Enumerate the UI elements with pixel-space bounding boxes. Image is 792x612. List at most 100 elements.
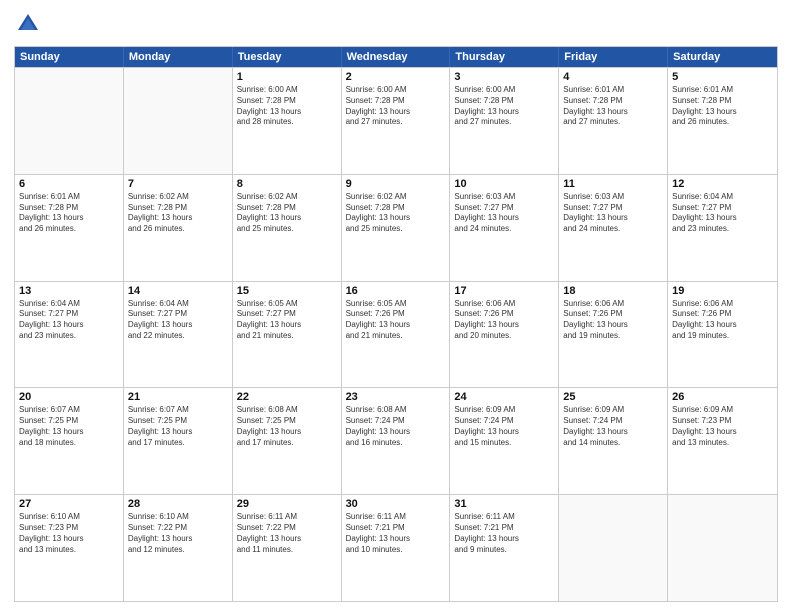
cell-details: Sunrise: 6:09 AMSunset: 7:24 PMDaylight:… <box>563 405 663 448</box>
cell-details: Sunrise: 6:03 AMSunset: 7:27 PMDaylight:… <box>454 192 554 235</box>
calendar-cell: 3 Sunrise: 6:00 AMSunset: 7:28 PMDaylight… <box>450 68 559 174</box>
day-number: 17 <box>454 285 554 297</box>
day-number: 8 <box>237 178 337 190</box>
cell-details: Sunrise: 6:11 AMSunset: 7:21 PMDaylight:… <box>454 512 554 555</box>
calendar-row: 1 Sunrise: 6:00 AMSunset: 7:28 PMDaylight… <box>15 67 777 174</box>
cell-details: Sunrise: 6:06 AMSunset: 7:26 PMDaylight:… <box>454 299 554 342</box>
calendar-cell: 20Sunrise: 6:07 AMSunset: 7:25 PMDayligh… <box>15 388 124 494</box>
cell-details: Sunrise: 6:01 AMSunset: 7:28 PMDaylight:… <box>672 85 773 128</box>
cell-details: Sunrise: 6:00 AMSunset: 7:28 PMDaylight:… <box>454 85 554 128</box>
calendar-header-cell: Saturday <box>668 47 777 67</box>
logo-icon <box>14 10 42 38</box>
calendar-cell: 30 Sunrise: 6:11 AMSunset: 7:21 PMDayligh… <box>342 495 451 601</box>
calendar-cell: 24Sunrise: 6:09 AMSunset: 7:24 PMDayligh… <box>450 388 559 494</box>
calendar-cell: 12 Sunrise: 6:04 AMSunset: 7:27 PMDayligh… <box>668 175 777 281</box>
day-number: 1 <box>237 71 337 83</box>
calendar-cell: 16 Sunrise: 6:05 AMSunset: 7:26 PMDayligh… <box>342 282 451 388</box>
cell-details: Sunrise: 6:00 AMSunset: 7:28 PMDaylight:… <box>346 85 446 128</box>
cell-details: Sunrise: 6:06 AMSunset: 7:26 PMDaylight:… <box>563 299 663 342</box>
calendar-row: 6 Sunrise: 6:01 AMSunset: 7:28 PMDaylight… <box>15 174 777 281</box>
calendar-cell <box>124 68 233 174</box>
day-number: 18 <box>563 285 663 297</box>
calendar-cell: 10 Sunrise: 6:03 AMSunset: 7:27 PMDayligh… <box>450 175 559 281</box>
calendar-cell <box>668 495 777 601</box>
calendar-cell <box>15 68 124 174</box>
calendar-cell: 28Sunrise: 6:10 AMSunset: 7:22 PMDayligh… <box>124 495 233 601</box>
calendar-row: 20 Sunrise: 6:07 AMSunset: 7:25 PMDayligh… <box>15 387 777 494</box>
calendar-cell <box>559 495 668 601</box>
cell-details: Sunrise: 6:11 AMSunset: 7:21 PMDaylight:… <box>346 512 446 555</box>
day-number: 30 <box>346 498 446 510</box>
day-number: 13 <box>19 285 119 297</box>
cell-details: Sunrise: 6:05 AMSunset: 7:26 PMDaylight:… <box>346 299 446 342</box>
day-number: 5 <box>672 71 773 83</box>
calendar-cell: 4Sunrise: 6:01 AMSunset: 7:28 PMDaylight… <box>559 68 668 174</box>
cell-details: Sunrise: 6:07 AMSunset: 7:25 PMDaylight:… <box>128 405 228 448</box>
calendar-cell: 2 Sunrise: 6:00 AMSunset: 7:28 PMDaylight… <box>342 68 451 174</box>
day-number: 29 <box>237 498 337 510</box>
header <box>14 10 778 38</box>
cell-details: Sunrise: 6:03 AMSunset: 7:27 PMDaylight:… <box>563 192 663 235</box>
page: SundayMondayTuesdayWednesdayThursdayFrid… <box>0 0 792 612</box>
cell-details: Sunrise: 6:04 AMSunset: 7:27 PMDaylight:… <box>19 299 119 342</box>
cell-details: Sunrise: 6:01 AMSunset: 7:28 PMDaylight:… <box>563 85 663 128</box>
calendar-cell: 5 Sunrise: 6:01 AMSunset: 7:28 PMDaylight… <box>668 68 777 174</box>
day-number: 19 <box>672 285 773 297</box>
calendar-cell: 17 Sunrise: 6:06 AMSunset: 7:26 PMDayligh… <box>450 282 559 388</box>
day-number: 9 <box>346 178 446 190</box>
cell-details: Sunrise: 6:06 AMSunset: 7:26 PMDaylight:… <box>672 299 773 342</box>
cell-details: Sunrise: 6:04 AMSunset: 7:27 PMDaylight:… <box>128 299 228 342</box>
calendar-cell: 11 Sunrise: 6:03 AMSunset: 7:27 PMDayligh… <box>559 175 668 281</box>
calendar-cell: 22 Sunrise: 6:08 AMSunset: 7:25 PMDayligh… <box>233 388 342 494</box>
cell-details: Sunrise: 6:10 AMSunset: 7:23 PMDaylight:… <box>19 512 119 555</box>
day-number: 16 <box>346 285 446 297</box>
day-number: 3 <box>454 71 554 83</box>
cell-details: Sunrise: 6:09 AMSunset: 7:24 PMDaylight:… <box>454 405 554 448</box>
calendar-cell: 1 Sunrise: 6:00 AMSunset: 7:28 PMDaylight… <box>233 68 342 174</box>
calendar-body: 1 Sunrise: 6:00 AMSunset: 7:28 PMDaylight… <box>15 67 777 601</box>
calendar-cell: 25Sunrise: 6:09 AMSunset: 7:24 PMDayligh… <box>559 388 668 494</box>
logo <box>14 10 46 38</box>
calendar-cell: 7 Sunrise: 6:02 AMSunset: 7:28 PMDaylight… <box>124 175 233 281</box>
cell-details: Sunrise: 6:00 AMSunset: 7:28 PMDaylight:… <box>237 85 337 128</box>
day-number: 31 <box>454 498 554 510</box>
day-number: 2 <box>346 71 446 83</box>
day-number: 26 <box>672 391 773 403</box>
calendar-cell: 13 Sunrise: 6:04 AMSunset: 7:27 PMDayligh… <box>15 282 124 388</box>
calendar-row: 13 Sunrise: 6:04 AMSunset: 7:27 PMDayligh… <box>15 281 777 388</box>
calendar-cell: 15 Sunrise: 6:05 AMSunset: 7:27 PMDayligh… <box>233 282 342 388</box>
day-number: 12 <box>672 178 773 190</box>
cell-details: Sunrise: 6:08 AMSunset: 7:25 PMDaylight:… <box>237 405 337 448</box>
cell-details: Sunrise: 6:11 AMSunset: 7:22 PMDaylight:… <box>237 512 337 555</box>
calendar-header-cell: Wednesday <box>342 47 451 67</box>
calendar-cell: 18 Sunrise: 6:06 AMSunset: 7:26 PMDayligh… <box>559 282 668 388</box>
calendar-cell: 6 Sunrise: 6:01 AMSunset: 7:28 PMDaylight… <box>15 175 124 281</box>
calendar-cell: 19 Sunrise: 6:06 AMSunset: 7:26 PMDayligh… <box>668 282 777 388</box>
day-number: 21 <box>128 391 228 403</box>
day-number: 6 <box>19 178 119 190</box>
day-number: 23 <box>346 391 446 403</box>
cell-details: Sunrise: 6:01 AMSunset: 7:28 PMDaylight:… <box>19 192 119 235</box>
cell-details: Sunrise: 6:04 AMSunset: 7:27 PMDaylight:… <box>672 192 773 235</box>
cell-details: Sunrise: 6:10 AMSunset: 7:22 PMDaylight:… <box>128 512 228 555</box>
day-number: 11 <box>563 178 663 190</box>
day-number: 27 <box>19 498 119 510</box>
day-number: 10 <box>454 178 554 190</box>
cell-details: Sunrise: 6:05 AMSunset: 7:27 PMDaylight:… <box>237 299 337 342</box>
calendar-cell: 26Sunrise: 6:09 AMSunset: 7:23 PMDayligh… <box>668 388 777 494</box>
day-number: 7 <box>128 178 228 190</box>
calendar-header: SundayMondayTuesdayWednesdayThursdayFrid… <box>15 47 777 67</box>
cell-details: Sunrise: 6:02 AMSunset: 7:28 PMDaylight:… <box>237 192 337 235</box>
calendar-header-cell: Friday <box>559 47 668 67</box>
calendar-row: 27 Sunrise: 6:10 AMSunset: 7:23 PMDayligh… <box>15 494 777 601</box>
calendar-cell: 31 Sunrise: 6:11 AMSunset: 7:21 PMDayligh… <box>450 495 559 601</box>
day-number: 20 <box>19 391 119 403</box>
calendar-header-cell: Sunday <box>15 47 124 67</box>
calendar-cell: 29 Sunrise: 6:11 AMSunset: 7:22 PMDayligh… <box>233 495 342 601</box>
calendar-header-cell: Monday <box>124 47 233 67</box>
day-number: 22 <box>237 391 337 403</box>
cell-details: Sunrise: 6:02 AMSunset: 7:28 PMDaylight:… <box>128 192 228 235</box>
calendar-cell: 8 Sunrise: 6:02 AMSunset: 7:28 PMDaylight… <box>233 175 342 281</box>
day-number: 15 <box>237 285 337 297</box>
calendar-header-cell: Tuesday <box>233 47 342 67</box>
